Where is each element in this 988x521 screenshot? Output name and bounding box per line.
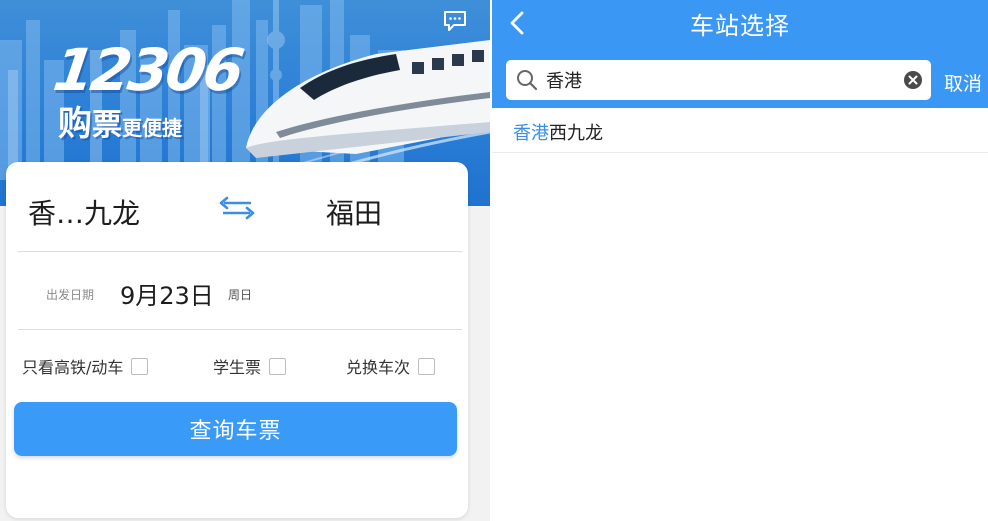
high-speed-only-checkbox[interactable] <box>131 357 149 375</box>
search-box <box>506 60 931 100</box>
train-image <box>246 40 490 158</box>
search-input[interactable] <box>546 60 886 100</box>
slogan-part-2: 票 <box>92 108 122 143</box>
weekday-label: 周日 <box>228 288 253 302</box>
option-high-speed-only[interactable]: 只看高铁/动车 <box>22 354 149 378</box>
slogan-part-3: 更便捷 <box>122 116 182 140</box>
from-station[interactable]: 香…九龙 <box>28 192 140 232</box>
match-text: 香港 <box>513 123 549 144</box>
station-result: 香港西九龙 <box>513 119 603 145</box>
search-icon <box>517 70 538 91</box>
brand-number: 12306 <box>49 36 246 104</box>
student-ticket-checkbox[interactable] <box>269 357 287 375</box>
slogan-part-1: 购 <box>58 104 92 144</box>
page-title: 车站选择 <box>690 12 790 40</box>
top-bar: 车站选择 取消 <box>492 0 988 108</box>
clear-icon[interactable] <box>904 71 922 89</box>
query-tickets-button[interactable]: 查询车票 <box>14 402 457 456</box>
chat-bubble-icon[interactable] <box>443 10 467 32</box>
brand-slogan: 购票更便捷 <box>58 96 182 145</box>
option-label: 兑换车次 <box>346 358 411 377</box>
rest-text: 西九龙 <box>549 123 603 144</box>
swap-arrows-icon[interactable] <box>218 195 256 221</box>
list-item[interactable]: 香港西九龙 <box>492 108 988 153</box>
option-label: 学生票 <box>213 358 262 377</box>
date-label: 出发日期 <box>46 288 95 302</box>
divider <box>18 251 462 252</box>
station-select-screen: 车站选择 取消 香港西九龙 <box>492 0 988 521</box>
option-label: 只看高铁/动车 <box>22 358 124 377</box>
option-exchange-train[interactable]: 兑换车次 <box>346 354 436 378</box>
departure-date[interactable]: 9月23日 <box>120 276 214 311</box>
booking-screen: 12306 购票更便捷 香…九龙 福田 出发日期 9月23日 周日 只看高铁/动… <box>0 0 490 521</box>
divider <box>18 329 462 330</box>
exchange-train-checkbox[interactable] <box>418 357 436 375</box>
cancel-button[interactable]: 取消 <box>944 69 982 96</box>
booking-card: 香…九龙 福田 出发日期 9月23日 周日 只看高铁/动车 学生票 兑换车次 查… <box>6 162 468 518</box>
option-student-ticket[interactable]: 学生票 <box>213 354 287 378</box>
to-station[interactable]: 福田 <box>326 192 382 232</box>
